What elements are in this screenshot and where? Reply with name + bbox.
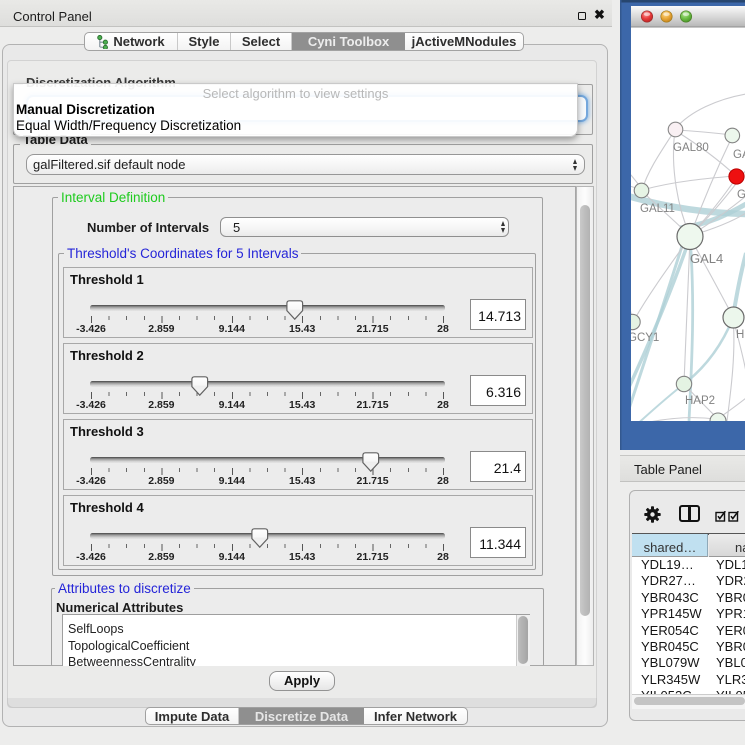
svg-text:HI: HI bbox=[736, 329, 745, 341]
svg-text:GC: GC bbox=[737, 189, 745, 201]
svg-text:GAL80: GAL80 bbox=[673, 142, 709, 154]
svg-text:HAP2: HAP2 bbox=[685, 395, 715, 407]
svg-text:GAL: GAL bbox=[733, 149, 745, 161]
svg-text:GCY1: GCY1 bbox=[628, 332, 659, 344]
svg-text:GAL4: GAL4 bbox=[690, 251, 723, 266]
svg-text:GAL11: GAL11 bbox=[640, 203, 675, 215]
